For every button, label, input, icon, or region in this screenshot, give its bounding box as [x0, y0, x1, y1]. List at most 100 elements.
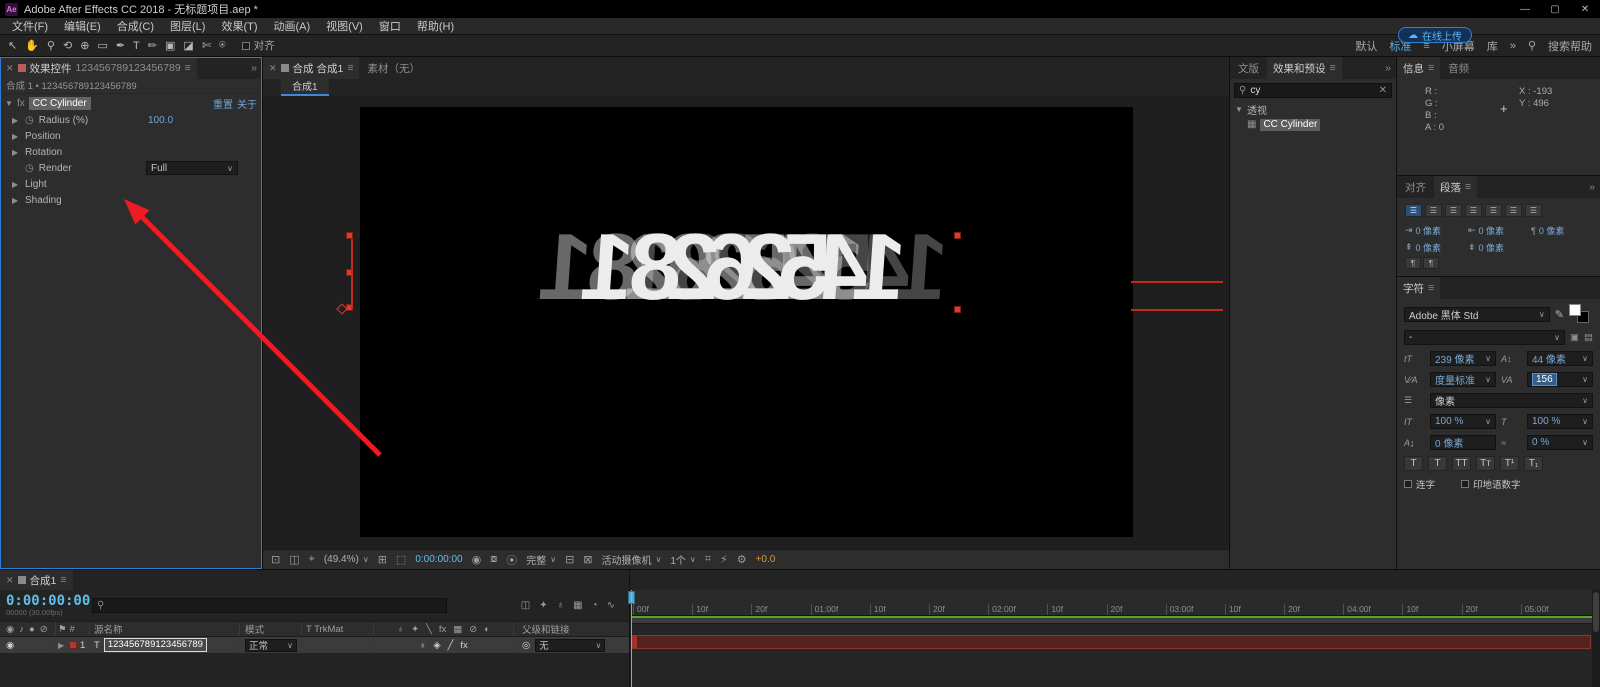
- timeline-search-input[interactable]: ⚲: [92, 598, 447, 613]
- align-right-button[interactable]: ☰: [1445, 204, 1462, 217]
- motion-blur-switch-icon[interactable]: ⊘: [469, 624, 477, 635]
- current-time-indicator[interactable]: [631, 590, 632, 687]
- scrollbar-thumb[interactable]: [1593, 592, 1599, 632]
- audio-tab[interactable]: 音频: [1440, 57, 1477, 79]
- space-after-field[interactable]: ⇟ 0 像素: [1468, 241, 1529, 254]
- about-effect-button[interactable]: 关于: [237, 96, 257, 111]
- pickwhip-icon[interactable]: ◎: [522, 640, 530, 651]
- faux-style-button[interactable]: T: [1428, 456, 1447, 471]
- panel-menu-icon[interactable]: ≡: [60, 574, 66, 586]
- hand-tool-icon[interactable]: ✋: [25, 39, 39, 52]
- view-layout-dropdown[interactable]: 1个 ∨: [670, 552, 695, 567]
- menu-item[interactable]: 帮助(H): [409, 18, 462, 34]
- vertical-scale-dropdown[interactable]: 100 % ∨: [1430, 414, 1496, 429]
- fill-color[interactable]: [1569, 304, 1581, 316]
- show-channel-icon[interactable]: ⦿: [506, 552, 517, 568]
- menu-item[interactable]: 效果(T): [213, 18, 265, 34]
- layer-shy-icon[interactable]: ♁: [419, 640, 426, 651]
- panel-more-icon[interactable]: »: [1385, 62, 1391, 74]
- close-button[interactable]: ✕: [1570, 0, 1600, 18]
- justify-last-left-button[interactable]: ☰: [1465, 204, 1482, 217]
- shy-switch-icon[interactable]: ♁: [397, 624, 404, 635]
- resolution-dropdown[interactable]: 完整 ∨: [526, 552, 556, 567]
- unit-dropdown[interactable]: 像素 ∨: [1430, 393, 1593, 408]
- effect-controls-tab[interactable]: ✕ 效果控件 123456789123456789 ≡: [0, 57, 197, 79]
- graph-editor-icon[interactable]: ∿: [607, 600, 615, 611]
- menu-item[interactable]: 动画(A): [266, 18, 319, 34]
- roto-brush-tool-icon[interactable]: ✄: [202, 39, 211, 52]
- camera-dropdown[interactable]: 活动摄像机 ∨: [602, 552, 662, 567]
- roi-icon[interactable]: ⊟: [565, 553, 574, 566]
- puppet-pin-tool-icon[interactable]: ⍟: [219, 39, 226, 52]
- indent-right-field[interactable]: ⇤ 0 像素: [1468, 224, 1529, 237]
- solo-column-icon[interactable]: ●: [29, 624, 35, 635]
- expand-icon[interactable]: ▶: [12, 180, 20, 189]
- baseline-shift-field[interactable]: 0 像素: [1430, 435, 1496, 450]
- layer-eye-icon[interactable]: ◉: [6, 640, 14, 651]
- mask-toggle-icon[interactable]: ⬚: [396, 553, 406, 566]
- snap-toggle[interactable]: 对齐: [242, 38, 275, 53]
- property-row-rotation[interactable]: ▶ Rotation: [0, 144, 262, 160]
- snapshot-icon[interactable]: ◉: [472, 553, 482, 566]
- property-row-radius[interactable]: ▶ ◷ Radius (%) 100.0: [0, 112, 262, 128]
- orbit-camera-tool-icon[interactable]: ⟲: [63, 39, 72, 52]
- clone-stamp-tool-icon[interactable]: ▣: [165, 39, 175, 52]
- tracking-value[interactable]: 156: [1532, 373, 1557, 386]
- info-tab[interactable]: 信息 ≡: [1397, 57, 1440, 79]
- menu-item[interactable]: 合成(C): [109, 18, 162, 34]
- screen-icon[interactable]: ◫: [289, 553, 299, 566]
- paragraph-tab[interactable]: 段落 ≡: [1434, 176, 1477, 198]
- channel-grid-icon[interactable]: ⊡: [271, 553, 280, 566]
- search-help-field[interactable]: 搜索帮助: [1548, 38, 1592, 54]
- source-name-column[interactable]: 源名称: [90, 622, 240, 636]
- kerning-dropdown[interactable]: 度量标准 ∨: [1430, 372, 1496, 387]
- tracking-dropdown[interactable]: 156 ∨: [1527, 372, 1593, 387]
- menu-item[interactable]: 文件(F): [4, 18, 56, 34]
- effects-presets-tab[interactable]: 效果和预设 ≡: [1267, 57, 1342, 79]
- justify-last-right-button[interactable]: ☰: [1505, 204, 1522, 217]
- font-style-dropdown[interactable]: - ∨: [1404, 330, 1565, 345]
- layer-quality-icon[interactable]: ╱: [448, 640, 454, 651]
- reset-effect-button[interactable]: 重置: [213, 96, 233, 111]
- layer-collapse-icon[interactable]: ◈: [433, 640, 440, 651]
- close-icon[interactable]: ✕: [269, 63, 277, 74]
- timeline-tab[interactable]: ✕ 合成1 ≡: [0, 570, 73, 590]
- character-tab[interactable]: 字符 ≡: [1397, 277, 1440, 299]
- menu-item[interactable]: 窗口: [371, 18, 409, 34]
- workspace-default[interactable]: 默认: [1355, 38, 1377, 54]
- draft-3d-icon[interactable]: ✦: [539, 600, 547, 611]
- stopwatch-icon[interactable]: ◷: [25, 115, 34, 126]
- expand-icon[interactable]: ▶: [12, 196, 20, 205]
- parent-dropdown[interactable]: 无 ∨: [535, 639, 605, 652]
- expand-icon[interactable]: ▶: [12, 116, 20, 125]
- justify-all-button[interactable]: ☰: [1525, 204, 1542, 217]
- faux-style-button[interactable]: T₁: [1524, 456, 1543, 471]
- faux-style-button[interactable]: TT: [1452, 456, 1471, 471]
- workspace-more-icon[interactable]: »: [1510, 40, 1516, 52]
- close-icon[interactable]: ✕: [6, 63, 14, 74]
- first-line-indent-field[interactable]: ¶ 0 像素: [1531, 224, 1592, 237]
- blend-mode-dropdown[interactable]: 正常 ∨: [245, 639, 297, 652]
- expand-icon[interactable]: ▶: [12, 132, 20, 141]
- transparency-grid-icon[interactable]: ⊠: [583, 553, 592, 566]
- composition-frame[interactable]: 1452628 1: [360, 107, 1133, 537]
- faux-style-button[interactable]: Tᴛ: [1476, 456, 1495, 471]
- indent-left-field[interactable]: ⇥ 0 像素: [1405, 224, 1466, 237]
- magnification-dropdown[interactable]: (49.4%) ∨: [324, 554, 369, 565]
- trkmat-column[interactable]: T TrkMat: [302, 622, 374, 636]
- exposure-value[interactable]: +0.0: [756, 554, 776, 565]
- collapse-switch-icon[interactable]: ✦: [411, 624, 419, 635]
- collapse-icon[interactable]: ▼: [1235, 105, 1243, 114]
- panel-menu-icon[interactable]: ≡: [1428, 62, 1434, 74]
- cti-handle[interactable]: [628, 591, 635, 604]
- index-column-icon[interactable]: #: [70, 624, 75, 635]
- faux-style-button[interactable]: T¹: [1500, 456, 1519, 471]
- menu-item[interactable]: 视图(V): [318, 18, 371, 34]
- type-tool-icon[interactable]: T: [133, 40, 140, 52]
- layer-row[interactable]: ◉ ▶ 1 T 123456789123456789 正常 ∨ ♁ ◈: [0, 637, 629, 653]
- panel-more-icon[interactable]: »: [251, 62, 257, 74]
- horizontal-scale-dropdown[interactable]: 100 % ∨: [1527, 414, 1593, 429]
- faux-style-button[interactable]: T: [1404, 456, 1423, 471]
- fill-options-icon[interactable]: ▣: [1570, 332, 1579, 343]
- property-row-render[interactable]: ◷ Render Full ∨: [0, 160, 262, 176]
